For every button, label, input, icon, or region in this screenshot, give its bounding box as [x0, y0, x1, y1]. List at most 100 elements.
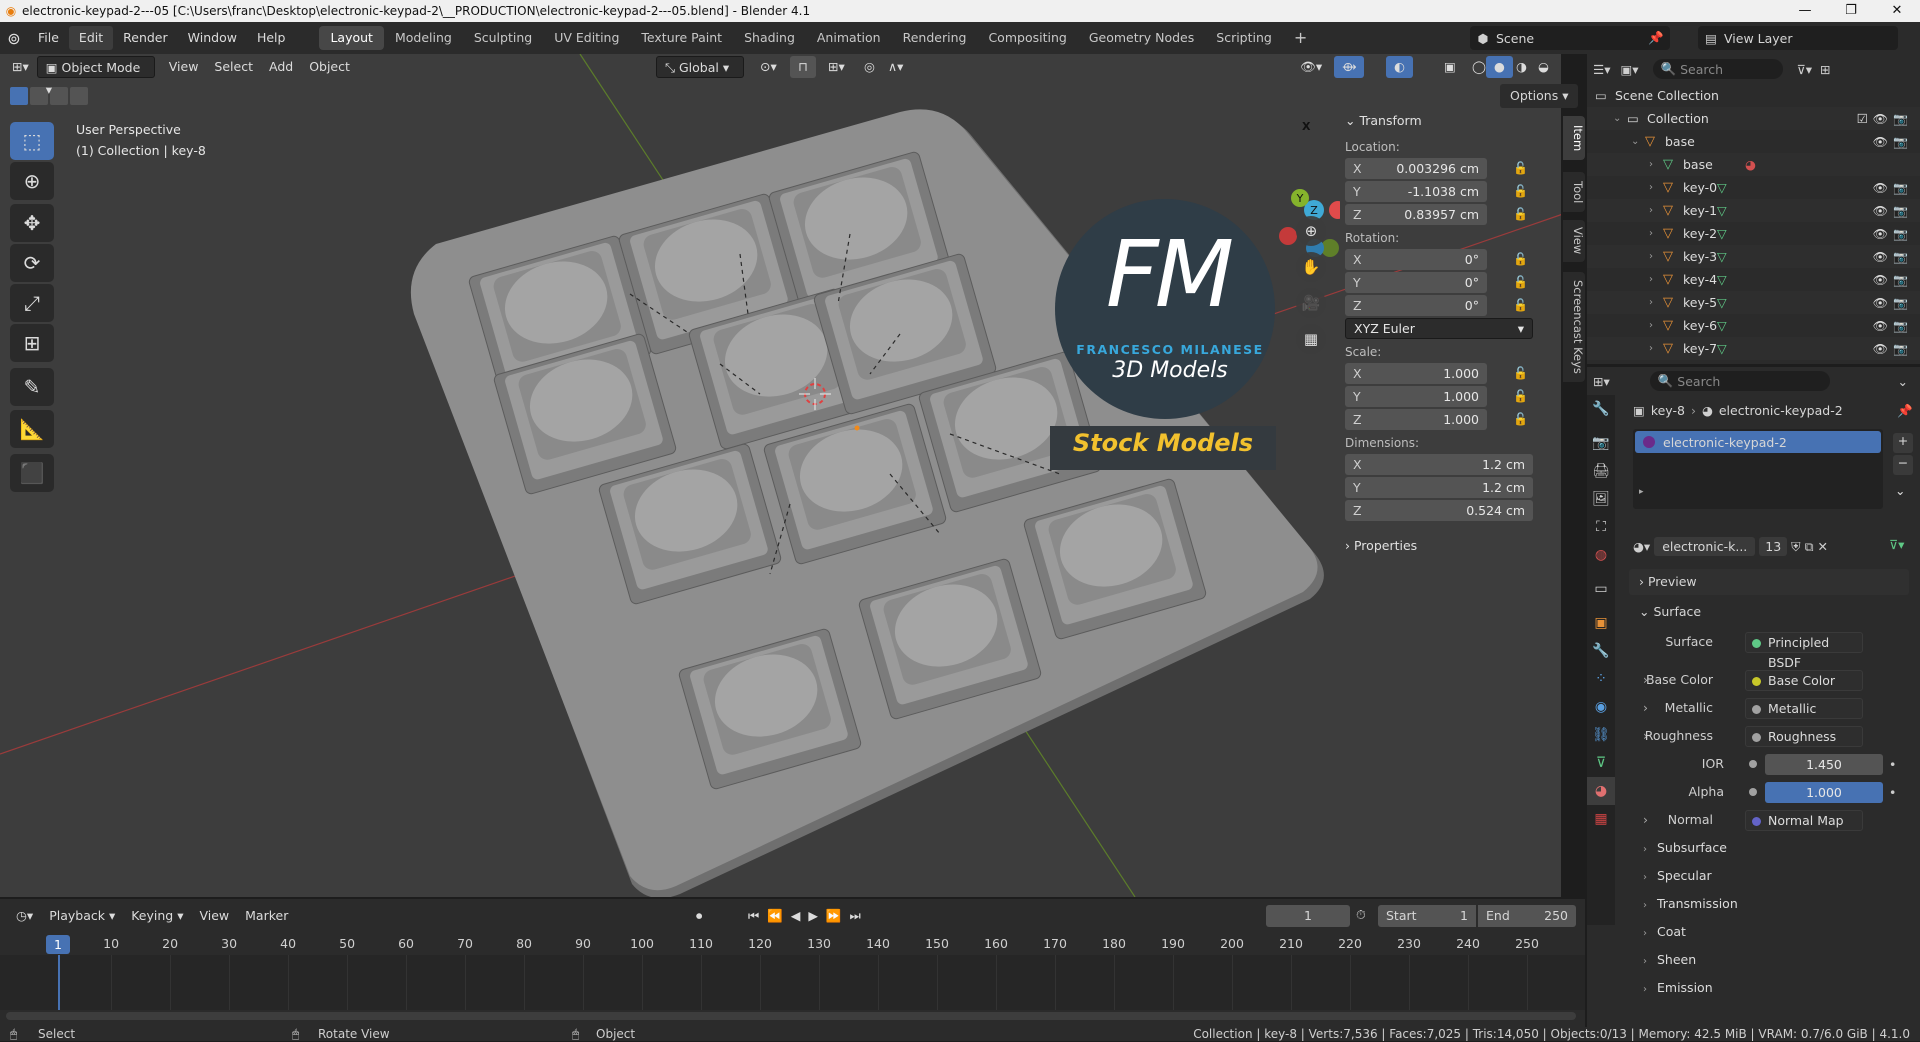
scale-z-field[interactable]: Z 1.000: [1345, 409, 1487, 430]
chevron-right-icon[interactable]: ›: [1649, 274, 1663, 285]
chevron-right-icon[interactable]: ›: [1649, 205, 1663, 216]
eye-icon[interactable]: 👁: [1873, 204, 1888, 218]
collection-props-icon[interactable]: ▭: [1587, 575, 1615, 603]
object-props-icon[interactable]: ▣: [1587, 609, 1615, 637]
chevron-down-icon[interactable]: ⌄: [1898, 374, 1908, 389]
blender-menu-icon[interactable]: ⊚: [0, 29, 28, 48]
tab-item[interactable]: Item: [1563, 116, 1585, 160]
transform-orientation-dropdown[interactable]: ⤡ Global ▾: [656, 56, 744, 78]
checkbox-icon[interactable]: ☑: [1857, 111, 1868, 126]
menu-file[interactable]: File: [28, 26, 69, 50]
outliner-editor-icon[interactable]: ☰▾: [1593, 62, 1610, 77]
outliner-row[interactable]: › ▽ key-1 ▽ 👁 📷: [1587, 199, 1920, 222]
subpanel-header[interactable]: › Subsurface: [1587, 835, 1920, 863]
select-intersect-icon[interactable]: [70, 87, 88, 105]
camera-icon[interactable]: 📷: [1893, 181, 1908, 195]
gizmo-toggle-icon[interactable]: ⟴: [1334, 56, 1365, 78]
mode-dropdown[interactable]: ▣ Object Mode ▾: [36, 56, 155, 97]
menu-edit[interactable]: Edit: [68, 26, 114, 50]
perspective-grid-icon[interactable]: ▦: [1296, 324, 1326, 354]
tab-uv-editing[interactable]: UV Editing: [543, 26, 630, 50]
chevron-down-icon[interactable]: ⌄: [1613, 113, 1627, 124]
restore-button[interactable]: ❐: [1828, 0, 1874, 22]
current-frame-field[interactable]: 1: [1266, 905, 1350, 927]
visibility-icon[interactable]: 👁▾: [1292, 56, 1330, 78]
cursor-tool-icon[interactable]: ⊕: [10, 162, 54, 200]
tab-tool[interactable]: Tool: [1563, 172, 1585, 212]
add-slot-button[interactable]: +: [1893, 433, 1913, 453]
tab-shading[interactable]: Shading: [733, 26, 806, 50]
physics-props-icon[interactable]: ◉: [1587, 693, 1615, 721]
menu-window[interactable]: Window: [178, 26, 247, 50]
modifier-props-icon[interactable]: 🔧: [1587, 637, 1615, 665]
scene-props-icon[interactable]: ⛶: [1587, 513, 1615, 541]
shader-input-field[interactable]: Metallic: [1745, 698, 1863, 719]
subpanel-header[interactable]: › Specular: [1587, 863, 1920, 891]
chevron-right-icon[interactable]: ›: [1649, 343, 1663, 354]
eye-icon[interactable]: 👁: [1873, 112, 1888, 126]
unlink-icon[interactable]: ✕: [1818, 539, 1828, 554]
render-props-icon[interactable]: 📷: [1587, 429, 1615, 457]
expand-slots-icon[interactable]: ▸: [1639, 487, 1644, 497]
scene-selector[interactable]: ⬢ Scene 📌: [1470, 26, 1670, 50]
view-layer-props-icon[interactable]: 🖼: [1587, 485, 1615, 513]
surface-shader-field[interactable]: Principled BSDF: [1745, 632, 1863, 670]
3d-viewport[interactable]: FM FRANCESCO MILANESE 3D Models Stock Mo…: [0, 54, 1563, 897]
tab-texture-paint[interactable]: Texture Paint: [630, 26, 733, 50]
pivot-point-icon[interactable]: ⊙▾: [752, 56, 785, 78]
start-frame-field[interactable]: Start 1: [1378, 905, 1476, 927]
select-subtract-icon[interactable]: [50, 87, 68, 105]
falloff-icon[interactable]: ∧▾: [880, 56, 911, 78]
xray-icon[interactable]: ▣: [1436, 56, 1464, 78]
lock-icon[interactable]: 🔓: [1513, 252, 1528, 266]
normal-field[interactable]: Normal Map: [1745, 810, 1863, 831]
select-new-icon[interactable]: [10, 87, 28, 105]
timeline-editor-icon[interactable]: ◷▾: [8, 905, 41, 927]
properties-editor-icon[interactable]: ⊞▾: [1593, 374, 1610, 389]
viewport-menu-view[interactable]: View: [161, 56, 207, 78]
end-frame-field[interactable]: End 250: [1478, 905, 1576, 927]
tab-sculpting[interactable]: Sculpting: [463, 26, 543, 50]
tab-rendering[interactable]: Rendering: [892, 26, 978, 50]
display-mode-icon[interactable]: ▣▾: [1620, 62, 1638, 77]
surface-panel-header[interactable]: ⌄ Surface: [1629, 599, 1909, 625]
menu-render[interactable]: Render: [113, 26, 178, 50]
location-z-field[interactable]: Z 0.83957 cm: [1345, 204, 1487, 225]
timeline-menu-marker[interactable]: Marker: [237, 905, 296, 927]
minimize-button[interactable]: —: [1782, 0, 1828, 22]
properties-section-header[interactable]: › Properties: [1345, 535, 1545, 557]
outliner-row[interactable]: ▭ Scene Collection: [1587, 84, 1920, 107]
chevron-right-icon[interactable]: ›: [1649, 228, 1663, 239]
camera-icon[interactable]: 📷: [1893, 296, 1908, 310]
tab-modeling[interactable]: Modeling: [384, 26, 463, 50]
tab-scripting[interactable]: Scripting: [1205, 26, 1283, 50]
normal-expand-icon[interactable]: ›: [1643, 812, 1648, 827]
playback-controls[interactable]: ⏮ ⏪ ◀ ▶ ⏩ ⏭: [740, 905, 871, 927]
outliner-row[interactable]: › ▽ key-0 ▽ 👁 📷: [1587, 176, 1920, 199]
eye-icon[interactable]: 👁: [1873, 273, 1888, 287]
outliner-row[interactable]: › ▽ base ◕: [1587, 153, 1920, 176]
camera-icon[interactable]: 📷: [1893, 112, 1908, 126]
outliner-row[interactable]: ⌄ ▽ base 👁 📷: [1587, 130, 1920, 153]
lock-icon[interactable]: 🔓: [1513, 207, 1528, 221]
tab-geometry-nodes[interactable]: Geometry Nodes: [1078, 26, 1205, 50]
eye-icon[interactable]: 👁: [1873, 181, 1888, 195]
dimensions-z-field[interactable]: Z 0.524 cm: [1345, 500, 1533, 521]
subpanel-header[interactable]: › Transmission: [1587, 891, 1920, 919]
pin-icon[interactable]: 📌: [1897, 403, 1913, 419]
texture-props-icon[interactable]: ▦: [1587, 805, 1615, 833]
move-tool-icon[interactable]: ✥: [10, 204, 54, 242]
remove-slot-button[interactable]: −: [1893, 455, 1913, 475]
overlay-toggle-icon[interactable]: ◐: [1386, 56, 1413, 78]
chevron-right-icon[interactable]: ›: [1649, 159, 1663, 170]
transform-section-header[interactable]: ⌄ Transform: [1345, 110, 1545, 132]
camera-icon[interactable]: 📷: [1893, 319, 1908, 333]
subpanel-header[interactable]: › Sheen: [1587, 947, 1920, 975]
subpanel-header[interactable]: › Emission: [1587, 975, 1920, 1003]
chevron-right-icon[interactable]: ›: [1649, 251, 1663, 262]
slot-menu-icon[interactable]: ⌄: [1895, 483, 1905, 498]
lock-icon[interactable]: 🔓: [1513, 412, 1528, 426]
timeline-menu-view[interactable]: View: [191, 905, 237, 927]
preview-panel-header[interactable]: › Preview: [1629, 569, 1909, 595]
camera-icon[interactable]: 📷: [1893, 250, 1908, 264]
